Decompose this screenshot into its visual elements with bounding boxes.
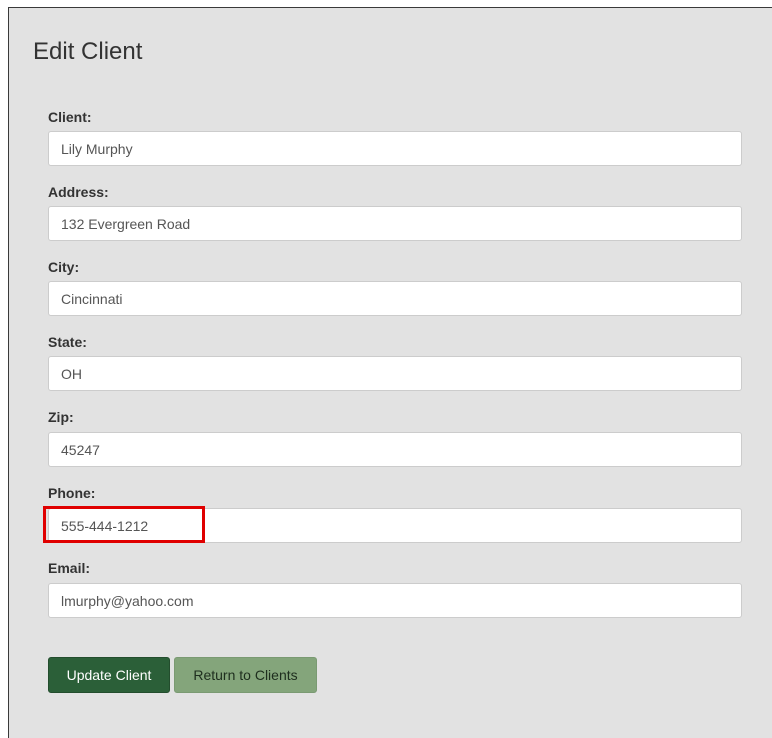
update-client-button[interactable]: Update Client [48, 657, 170, 693]
client-label: Client: [48, 109, 92, 125]
state-field[interactable] [48, 356, 742, 391]
state-label: State: [48, 334, 87, 350]
client-field[interactable] [48, 131, 742, 166]
address-field[interactable] [48, 206, 742, 241]
email-label: Email: [48, 560, 91, 576]
city-label: City: [48, 259, 80, 275]
page-title: Edit Client [33, 38, 143, 65]
city-field[interactable] [48, 281, 742, 316]
zip-label: Zip: [48, 409, 74, 425]
address-label: Address: [48, 184, 109, 200]
phone-label: Phone: [48, 485, 96, 501]
zip-field[interactable] [48, 432, 742, 467]
phone-field[interactable] [48, 508, 742, 543]
edit-client-panel: Edit Client Client: Address: City: State… [8, 7, 772, 738]
email-field[interactable] [48, 583, 742, 618]
return-to-clients-button[interactable]: Return to Clients [174, 657, 317, 693]
